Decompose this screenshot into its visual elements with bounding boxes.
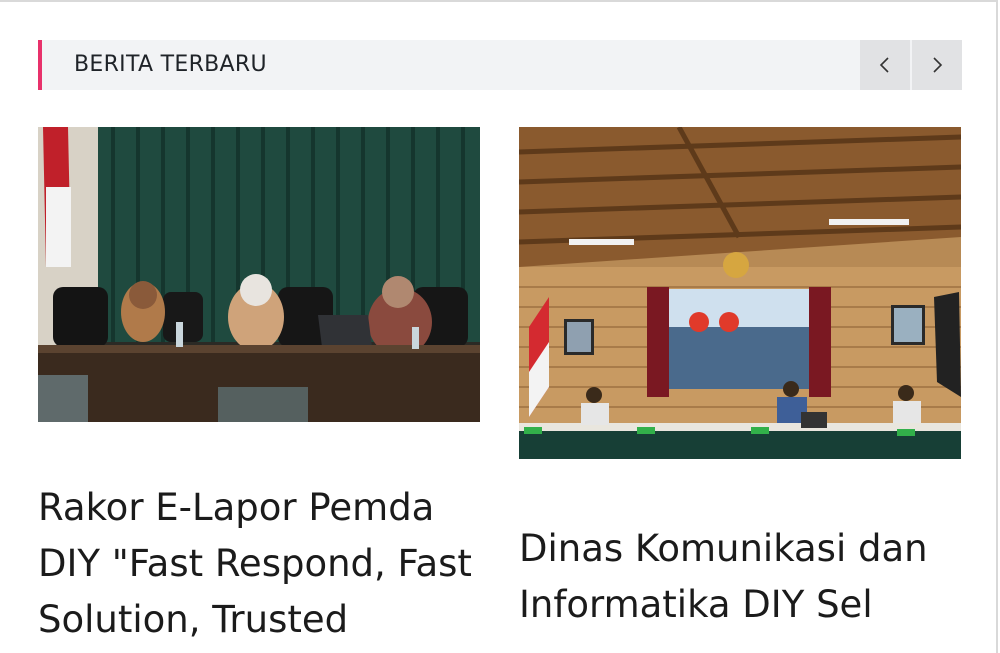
news-card[interactable]: Rakor E-Lapor Pemda DIY "Fast Respond, F…: [38, 127, 480, 648]
news-thumbnail[interactable]: [38, 127, 480, 422]
meeting-photo: [38, 127, 480, 422]
news-title[interactable]: Rakor E-Lapor Pemda DIY "Fast Respond, F…: [38, 480, 480, 648]
hall-photo: [519, 127, 961, 459]
carousel-prev-button[interactable]: [860, 40, 910, 90]
section-header: BERITA TERBARU: [38, 40, 962, 90]
section-title: BERITA TERBARU: [74, 52, 267, 77]
chevron-right-icon: [933, 57, 943, 73]
news-thumbnail[interactable]: [519, 127, 961, 459]
chevron-left-icon: [879, 57, 889, 73]
news-card[interactable]: Dinas Komunikasi dan Informatika DIY Sel: [519, 127, 961, 633]
carousel-next-button[interactable]: [912, 40, 962, 90]
news-title[interactable]: Dinas Komunikasi dan Informatika DIY Sel: [519, 521, 961, 633]
